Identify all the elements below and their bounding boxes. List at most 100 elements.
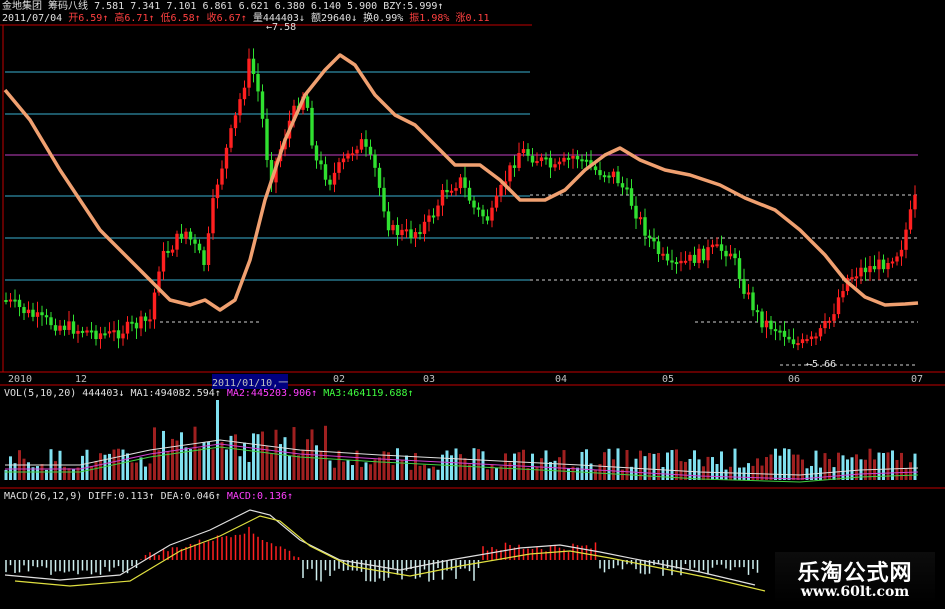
volume-bar-139 <box>630 466 633 480</box>
volume-bar-145 <box>657 452 660 480</box>
candle-body-135 <box>611 171 616 178</box>
candle-body-126 <box>571 155 575 159</box>
diff-label: DIFF: <box>88 491 119 502</box>
candle-body-48 <box>220 168 224 185</box>
candle-body-39 <box>179 233 184 239</box>
candle-body-80 <box>364 139 368 147</box>
candle-body-17 <box>80 330 85 333</box>
volume-bar-124 <box>562 450 566 480</box>
candle-body-159 <box>719 244 724 251</box>
volume-bar-107 <box>486 469 489 480</box>
candle-body-45 <box>206 233 211 265</box>
open-value: 6.59↑ <box>78 13 109 24</box>
indicator-value-3: 7.101 <box>166 1 197 12</box>
header-line-2: 2011/07/04 开6.59↑ 高6.71↑ 低6.58↑ 收6.67↑ 量… <box>2 13 490 24</box>
volume-bar-163 <box>738 467 741 480</box>
candle-body-8 <box>40 312 44 316</box>
volume-bar-100 <box>454 448 458 480</box>
volume-bar-39 <box>180 432 183 480</box>
dea-label: DEA: <box>160 491 185 502</box>
volume-label: 量 <box>252 13 263 24</box>
candle-body-196 <box>886 263 890 270</box>
candle-body-94 <box>427 215 431 222</box>
candle-body-49 <box>224 147 229 169</box>
indicator-value-6: 6.380 <box>274 1 305 12</box>
candle-body-183 <box>827 320 832 323</box>
bzy-value: 5.999↑ <box>407 1 444 12</box>
candle-body-161 <box>728 253 733 257</box>
volume-bar-14 <box>67 468 71 480</box>
candle-body-44 <box>202 250 206 265</box>
candle-body-146 <box>661 253 665 256</box>
candle-body-35 <box>161 250 166 272</box>
volume-bar-128 <box>580 451 584 480</box>
candle-body-46 <box>211 198 215 234</box>
candle-body-9 <box>44 315 49 318</box>
candle-body-184 <box>832 314 836 321</box>
candle-body-104 <box>472 200 476 208</box>
volume-bar-138 <box>625 449 629 480</box>
candle-body-195 <box>881 259 886 270</box>
volume-bar-129 <box>585 449 588 480</box>
volume-bar-101 <box>459 454 462 480</box>
candle-body-67 <box>305 96 310 108</box>
candle-body-136 <box>616 171 620 184</box>
volume-bar-200 <box>904 468 908 480</box>
volume-bar-85 <box>387 452 390 480</box>
vol-value: 444403↓ <box>82 388 125 399</box>
volume-bar-28 <box>130 462 134 480</box>
volume-bar-95 <box>432 466 435 480</box>
candle-body-77 <box>350 153 355 156</box>
candle-body-38 <box>175 233 179 250</box>
candle-body-185 <box>836 297 841 315</box>
indicator-value-2: 7.341 <box>130 1 161 12</box>
candle-body-85 <box>386 211 391 231</box>
candle-body-96 <box>436 205 440 217</box>
candle-body-73 <box>332 172 337 185</box>
vol-title: VOL(5,10,20) <box>4 388 77 399</box>
candle-body-162 <box>733 253 737 259</box>
volume-bar-82 <box>373 459 377 480</box>
candle-body-97 <box>440 189 445 206</box>
volume-bar-44 <box>202 442 206 480</box>
volume-bar-201 <box>909 462 912 480</box>
low-value: 6.58↑ <box>170 13 201 24</box>
volume-bar-21 <box>99 453 102 480</box>
volume-bar-125 <box>567 468 570 480</box>
candle-body-144 <box>652 237 656 242</box>
volume-bar-49 <box>225 449 228 480</box>
change-value: 0.11 <box>465 13 490 24</box>
volume-bar-43 <box>198 448 201 480</box>
candle-body-172 <box>778 330 782 333</box>
volume-bar-65 <box>297 455 300 480</box>
candle-body-103 <box>467 187 472 201</box>
x-label-02: 02 <box>333 374 346 385</box>
candle-body-121 <box>548 157 553 168</box>
volume-bar-198 <box>895 459 899 480</box>
turnover-value: 0.99% <box>373 13 404 24</box>
candle-body-150 <box>679 260 683 264</box>
indicator-value-5: 6.621 <box>238 1 269 12</box>
volume-bar-187 <box>846 459 849 480</box>
candle-body-145 <box>656 241 661 255</box>
candle-body-152 <box>688 254 692 261</box>
volume-bar-63 <box>288 455 291 480</box>
candle-body-188 <box>850 277 854 280</box>
macd-histogram <box>4 509 766 592</box>
candle-body-200 <box>904 229 908 250</box>
volume-bar-67 <box>306 439 309 480</box>
candle-body-75 <box>341 158 346 163</box>
candle-body-157 <box>710 244 715 248</box>
volume-bar-189 <box>855 454 858 480</box>
volume-bar-86 <box>391 464 395 480</box>
candle-body-71 <box>323 164 328 180</box>
candle-body-11 <box>53 325 58 331</box>
x-label-05: 05 <box>662 374 675 385</box>
indicator-value-7: 6.140 <box>310 1 342 12</box>
volume-bar-184 <box>832 467 836 480</box>
candle-body-18 <box>85 330 89 333</box>
candle-body-179 <box>809 336 814 340</box>
x-label-selected-date[interactable]: 2011/01/10,一 <box>212 374 289 389</box>
candle-body-176 <box>796 343 800 346</box>
candle-body-198 <box>895 256 899 262</box>
